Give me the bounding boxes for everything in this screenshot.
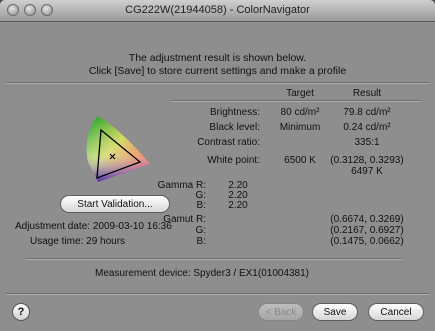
contrast-ratio-result: 335:1 — [354, 137, 380, 148]
usage-time: Usage time: 29 hours — [30, 236, 126, 247]
title-bar[interactable]: CG222W(21944058) - ColorNavigator — [0, 0, 435, 22]
colornavigator-window: CG222W(21944058) - ColorNavigator The ad… — [0, 0, 435, 331]
chromaticity-diagram-icon — [86, 116, 150, 182]
footer-divider — [6, 293, 429, 295]
device-divider — [26, 258, 402, 260]
black-level-target: Minimum — [279, 122, 321, 133]
brightness-target: 80 cd/m² — [280, 107, 320, 118]
window-title: CG222W(21944058) - ColorNavigator — [125, 4, 310, 16]
brightness-label: Brightness: — [209, 107, 260, 118]
gamut-b-label: B: — [196, 236, 206, 247]
white-point-result-kelvin: 6497 K — [351, 166, 383, 177]
instruction-line-2: Click [Save] to store current settings a… — [88, 65, 347, 77]
gamut-b-value: (0.1475, 0.0662) — [330, 236, 404, 247]
white-point-label: White point: — [207, 155, 260, 166]
save-button[interactable]: Save — [312, 303, 358, 321]
white-point-target: 6500 K — [284, 155, 316, 166]
gamut-g-value: (0.2167, 0.6927) — [330, 225, 404, 236]
black-level-label: Black level: — [209, 122, 260, 133]
instructions: The adjustment result is shown below. Cl… — [0, 52, 435, 78]
measurement-device: Measurement device: Spyder3 / EX1(010043… — [95, 268, 310, 279]
column-header-result: Result — [352, 88, 382, 99]
brightness-result: 79.8 cd/m² — [343, 107, 391, 118]
instruction-line-1: The adjustment result is shown below. — [128, 52, 307, 64]
gamut-r-value: (0.6674, 0.3269) — [330, 214, 404, 225]
cancel-button[interactable]: Cancel — [368, 303, 424, 321]
contrast-ratio-label: Contrast ratio: — [197, 137, 260, 148]
white-point-result-xy: (0.3128, 0.3293) — [330, 155, 404, 166]
black-level-result: 0.24 cd/m² — [343, 122, 391, 133]
start-validation-button[interactable]: Start Validation... — [60, 195, 170, 213]
adjustment-date: Adjustment date: 2009-03-10 16:36 — [15, 221, 172, 232]
header-divider — [6, 82, 429, 84]
back-button[interactable]: < Back — [258, 303, 304, 321]
column-header-target: Target — [286, 88, 314, 99]
help-button[interactable]: ? — [12, 303, 30, 321]
spectral-locus-shade — [86, 116, 150, 182]
gamma-b-value: 2.20 — [228, 200, 248, 211]
table-header-divider — [172, 100, 420, 102]
